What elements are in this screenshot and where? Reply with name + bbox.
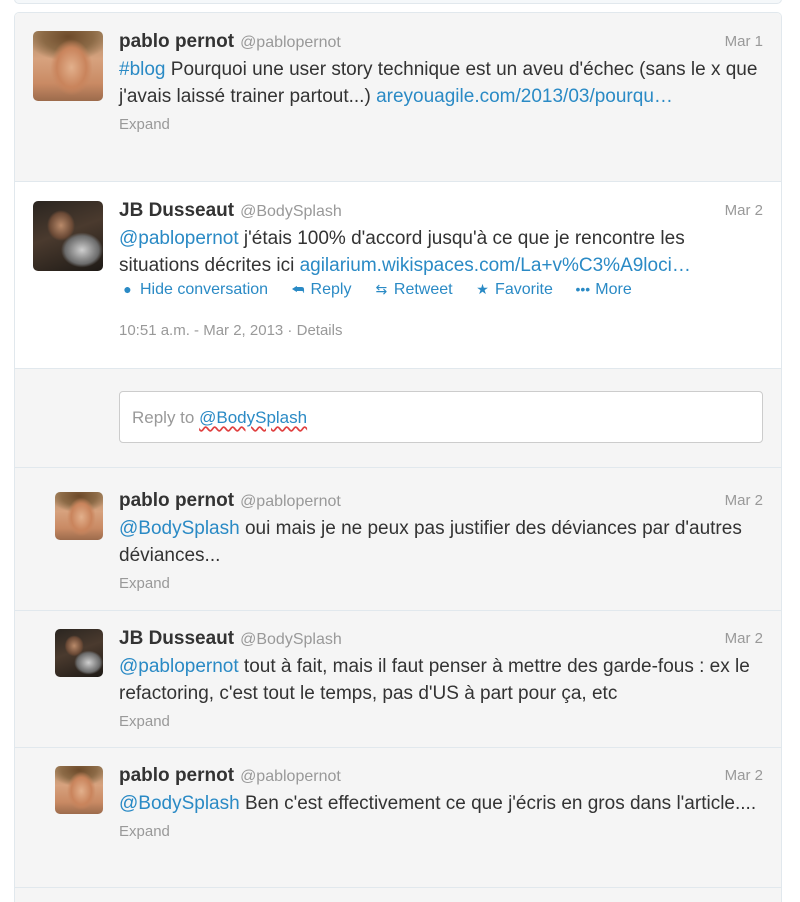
mention-link[interactable]: @BodySplash [119, 793, 240, 814]
tweet-item-expanded[interactable]: JB Dusseaut @BodySplash Mar 2 @pabloperno… [15, 182, 781, 369]
tweet-header: JB Dusseaut @BodySplash Mar 2 [119, 200, 763, 222]
user-fullname[interactable]: JB Dusseaut [119, 200, 234, 221]
user-handle[interactable]: @BodySplash [240, 203, 342, 220]
reply-placeholder-prefix: Reply to [132, 408, 200, 427]
previous-tweet-edge [14, 0, 782, 4]
ellipsis-icon: ••• [575, 281, 591, 297]
speech-bubble-icon: ● [123, 281, 132, 297]
tweet-header: JB Dusseaut @BodySplash Mar 2 [119, 628, 763, 650]
avatar[interactable] [33, 31, 103, 101]
expand-link[interactable]: Expand [119, 713, 763, 730]
mention-link[interactable]: @pablopernot [119, 656, 239, 677]
reply-label: Reply [310, 281, 352, 298]
details-link[interactable]: Details [297, 322, 343, 339]
hashtag-link[interactable]: #blog [119, 59, 166, 80]
conversation-page: pablo pernot @pablopernot Mar 1 #blog Pou… [0, 0, 800, 902]
tweet-actions: ● Hide conversation ⮪ Reply ⇆ Retweet ★ Favo… [119, 281, 763, 303]
hide-conversation-button[interactable]: ● Hide conversation [119, 281, 268, 299]
tweet-stream: pablo pernot @pablopernot Mar 1 #blog Pou… [14, 12, 782, 902]
tweet-date[interactable]: Mar 2 [725, 200, 763, 222]
url-link[interactable]: agilarium.wikispaces.com/La+v%C3%A9loci… [300, 255, 691, 276]
user-handle[interactable]: @pablopernot [240, 493, 341, 510]
tweet-item[interactable]: pablo pernot @pablopernot Mar 1 #blog Pou… [15, 13, 781, 182]
user-fullname[interactable]: pablo pernot [119, 490, 234, 511]
tweet-text: #blog Pourquoi une user story technique … [119, 56, 763, 110]
retweet-button[interactable]: ⇆ Retweet [373, 281, 453, 299]
avatar[interactable] [33, 201, 103, 271]
more-label: More [595, 281, 632, 298]
tweet-content: pablo pernot @pablopernot Mar 1 #blog Pou… [119, 31, 763, 133]
expand-link[interactable]: Expand [119, 823, 763, 840]
tweet-text: @pablopernot tout à fait, mais il faut p… [119, 653, 763, 707]
avatar[interactable] [55, 766, 103, 814]
favorite-label: Favorite [495, 281, 553, 298]
tweet-content: JB Dusseaut @BodySplash Mar 2 @pabloperno… [119, 628, 763, 730]
avatar[interactable] [55, 629, 103, 677]
tweet-content: pablo pernot @pablopernot Mar 2 @BodySpla… [119, 490, 763, 592]
reply-input[interactable]: Reply to @BodySplash [119, 391, 763, 443]
tweet-item[interactable]: pablo pernot @pablopernot Mar 2 @BodySpla… [15, 468, 781, 611]
hide-conversation-label: Hide conversation [140, 281, 269, 298]
user-handle[interactable]: @BodySplash [240, 631, 342, 648]
avatar[interactable] [55, 492, 103, 540]
star-icon: ★ [476, 281, 489, 297]
retweet-icon: ⇆ [375, 281, 388, 297]
expand-link[interactable]: Expand [119, 116, 763, 133]
reply-arrow-icon: ⮪ [291, 281, 305, 297]
tweet-header: pablo pernot @pablopernot Mar 2 [119, 490, 763, 512]
tweet-meta: 10:51 a.m. - Mar 2, 2013 · Details [119, 322, 343, 339]
user-fullname[interactable]: pablo pernot [119, 31, 234, 52]
tweet-date[interactable]: Mar 1 [725, 31, 763, 53]
user-fullname[interactable]: pablo pernot [119, 765, 234, 786]
tweet-text: @BodySplash Ben c'est effectivement ce q… [119, 790, 763, 817]
expand-link[interactable]: Expand [119, 575, 763, 592]
reply-button[interactable]: ⮪ Reply [290, 281, 352, 299]
tweet-text: @BodySplash oui mais je ne peux pas just… [119, 515, 763, 569]
mention-link[interactable]: @pablopernot [119, 228, 239, 249]
tweet-item[interactable]: pablo pernot @pablopernot Mar 2 @BodySpla… [15, 748, 781, 888]
user-fullname[interactable]: JB Dusseaut [119, 628, 234, 649]
tweet-text: @pablopernot j'étais 100% d'accord jusqu… [119, 225, 763, 279]
tweet-date[interactable]: Mar 2 [725, 628, 763, 650]
next-tweet-edge [15, 888, 781, 902]
tweet-text-body: Ben c'est effectivement ce que j'écris e… [239, 793, 757, 814]
mention-link[interactable]: @BodySplash [119, 518, 240, 539]
tweet-item[interactable]: JB Dusseaut @BodySplash Mar 2 @pabloperno… [15, 611, 781, 748]
tweet-content: pablo pernot @pablopernot Mar 2 @BodySpla… [119, 765, 763, 840]
reply-area: Reply to @BodySplash [15, 369, 781, 468]
favorite-button[interactable]: ★ Favorite [474, 281, 553, 299]
reply-placeholder-mention: @BodySplash [199, 408, 308, 427]
user-handle[interactable]: @pablopernot [240, 768, 341, 785]
tweet-timestamp[interactable]: 10:51 a.m. - Mar 2, 2013 [119, 322, 283, 339]
more-button[interactable]: ••• More [574, 281, 631, 299]
tweet-date[interactable]: Mar 2 [725, 490, 763, 512]
tweet-date[interactable]: Mar 2 [725, 765, 763, 787]
tweet-content: JB Dusseaut @BodySplash Mar 2 @pabloperno… [119, 200, 763, 339]
tweet-header: pablo pernot @pablopernot Mar 2 [119, 765, 763, 787]
user-handle[interactable]: @pablopernot [240, 34, 341, 51]
tweet-header: pablo pernot @pablopernot Mar 1 [119, 31, 763, 53]
url-link[interactable]: areyouagile.com/2013/03/pourqu… [376, 86, 673, 107]
retweet-label: Retweet [393, 281, 453, 298]
